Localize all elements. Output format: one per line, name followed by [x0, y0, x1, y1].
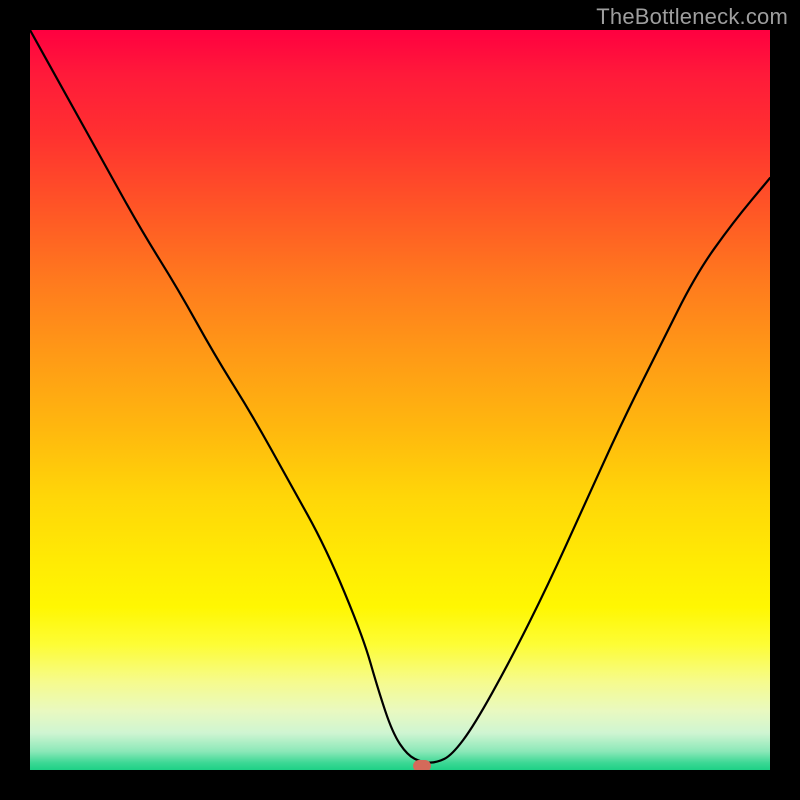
bottleneck-curve: [30, 30, 770, 770]
optimal-point-marker: [413, 760, 431, 770]
watermark-text: TheBottleneck.com: [596, 4, 788, 30]
curve-path: [30, 30, 770, 763]
chart-frame: TheBottleneck.com: [0, 0, 800, 800]
plot-area: [30, 30, 770, 770]
